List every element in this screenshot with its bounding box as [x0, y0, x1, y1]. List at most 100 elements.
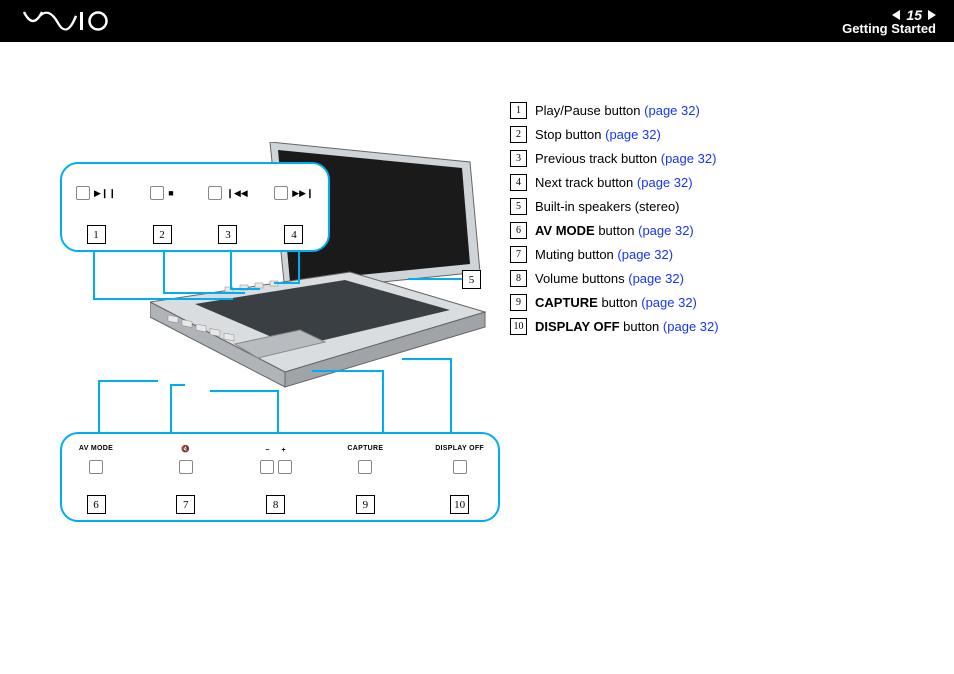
- control-button-icon: [89, 460, 103, 474]
- feature-number: 7: [510, 246, 527, 263]
- page-link[interactable]: (page 32): [605, 127, 661, 142]
- feature-list: 1 Play/Pause button (page 32) 2 Stop button…: [510, 102, 719, 342]
- callout-group: CAPTURE 9: [345, 445, 385, 514]
- feature-text: AV MODE button (page 32): [535, 223, 694, 238]
- feature-text: Volume buttons (page 32): [535, 271, 684, 286]
- callout-group: ■2: [142, 183, 182, 244]
- feature-number: 5: [510, 198, 527, 215]
- page-link[interactable]: (page 32): [641, 295, 697, 310]
- callout-label: DISPLAY OFF: [435, 445, 484, 453]
- page-link[interactable]: (page 32): [663, 319, 719, 334]
- feature-number: 6: [510, 222, 527, 239]
- feature-plain: Muting button: [535, 247, 614, 262]
- feature-number: 1: [510, 102, 527, 119]
- vaio-logo: [18, 11, 128, 31]
- callout-label: AV MODE: [79, 445, 113, 453]
- feature-row: 5 Built-in speakers (stereo): [510, 198, 719, 215]
- feature-plain: button: [598, 295, 638, 310]
- media-button-icon: [150, 186, 164, 200]
- feature-plain: Previous track button: [535, 151, 657, 166]
- diagram: ▶❙❙1■2❙◀◀3▶▶❙4 AV MODE6🔇7− + 8CAPTURE9DI…: [30, 112, 500, 542]
- control-button-icon: [278, 460, 292, 474]
- feature-number: 3: [510, 150, 527, 167]
- callout-number-5: 5: [462, 270, 481, 289]
- feature-row: 6 AV MODE button (page 32): [510, 222, 719, 239]
- feature-row: 9 CAPTURE button (page 32): [510, 294, 719, 311]
- feature-text: CAPTURE button (page 32): [535, 295, 697, 310]
- feature-text: Previous track button (page 32): [535, 151, 716, 166]
- callout-number: 4: [284, 225, 303, 244]
- feature-text: Play/Pause button (page 32): [535, 103, 700, 118]
- feature-plain: button: [620, 319, 660, 334]
- feature-number: 9: [510, 294, 527, 311]
- callout-number: 8: [266, 495, 285, 514]
- feature-row: 1 Play/Pause button (page 32): [510, 102, 719, 119]
- media-glyph-icon: ▶▶❙: [292, 189, 313, 198]
- feature-text: DISPLAY OFF button (page 32): [535, 319, 719, 334]
- feature-text: Muting button (page 32): [535, 247, 673, 262]
- feature-bold: CAPTURE: [535, 295, 598, 310]
- media-button-icon: [274, 186, 288, 200]
- feature-bold: AV MODE: [535, 223, 595, 238]
- feature-row: 7 Muting button (page 32): [510, 246, 719, 263]
- pager: 15 Getting Started: [842, 7, 936, 36]
- feature-number: 8: [510, 270, 527, 287]
- feature-number: 2: [510, 126, 527, 143]
- feature-plain: button: [595, 223, 635, 238]
- page-link[interactable]: (page 32): [617, 247, 673, 262]
- feature-plain: Stop button: [535, 127, 602, 142]
- control-button-icon: [358, 460, 372, 474]
- callout-group: ❙◀◀ 3: [208, 183, 248, 244]
- callout-number: 3: [218, 225, 237, 244]
- next-page-arrow[interactable]: [928, 10, 936, 20]
- media-glyph-icon: ■: [168, 189, 173, 198]
- page-link[interactable]: (page 32): [644, 103, 700, 118]
- page-link[interactable]: (page 32): [637, 175, 693, 190]
- page-content: 1 Play/Pause button (page 32) 2 Stop button…: [0, 42, 954, 674]
- control-button-icon: [260, 460, 274, 474]
- feature-row: 2 Stop button (page 32): [510, 126, 719, 143]
- control-button-icon: [179, 460, 193, 474]
- feature-plain: Built-in speakers (stereo): [535, 199, 680, 214]
- section-title: Getting Started: [842, 21, 936, 36]
- feature-row: 4 Next track button (page 32): [510, 174, 719, 191]
- callout-label: − +: [265, 445, 286, 453]
- page-link[interactable]: (page 32): [661, 151, 717, 166]
- feature-number: 4: [510, 174, 527, 191]
- callout-group: AV MODE 6: [76, 445, 116, 514]
- feature-row: 10 DISPLAY OFF button (page 32): [510, 318, 719, 335]
- feature-text: Next track button (page 32): [535, 175, 693, 190]
- callout-number: 6: [87, 495, 106, 514]
- feature-row: 3 Previous track button (page 32): [510, 150, 719, 167]
- feature-number: 10: [510, 318, 527, 335]
- feature-bold: DISPLAY OFF: [535, 319, 620, 334]
- feature-text: Stop button (page 32): [535, 127, 661, 142]
- media-glyph-icon: ▶❙❙: [94, 189, 116, 198]
- callout-number: 2: [153, 225, 172, 244]
- callout-number: 9: [356, 495, 375, 514]
- callout-bottom: AV MODE6🔇7− + 8CAPTURE9DISPLAY OFF10: [60, 432, 500, 522]
- callout-group: ▶▶❙ 4: [274, 183, 314, 244]
- feature-text: Built-in speakers (stereo): [535, 199, 680, 214]
- callout-group: − + 8: [256, 445, 296, 514]
- feature-row: 8 Volume buttons (page 32): [510, 270, 719, 287]
- callout-number: 10: [450, 495, 469, 514]
- callout-label: 🔇: [181, 445, 190, 453]
- callout-group: DISPLAY OFF 10: [435, 445, 484, 514]
- prev-page-arrow[interactable]: [892, 10, 900, 20]
- topbar: 15 Getting Started: [0, 0, 954, 42]
- page-link[interactable]: (page 32): [628, 271, 684, 286]
- callout-group: 🔇7: [166, 445, 206, 514]
- control-button-icon: [453, 460, 467, 474]
- media-button-icon: [208, 186, 222, 200]
- feature-plain: Volume buttons: [535, 271, 625, 286]
- feature-plain: Play/Pause button: [535, 103, 641, 118]
- media-glyph-icon: ❙◀◀: [226, 189, 247, 198]
- callout-top: ▶❙❙1■2❙◀◀3▶▶❙4: [60, 162, 330, 252]
- page-link[interactable]: (page 32): [638, 223, 694, 238]
- callout-number: 7: [176, 495, 195, 514]
- media-button-icon: [76, 186, 90, 200]
- callout-group: ▶❙❙ 1: [76, 183, 116, 244]
- callout-number: 1: [87, 225, 106, 244]
- callout-label: CAPTURE: [347, 445, 383, 453]
